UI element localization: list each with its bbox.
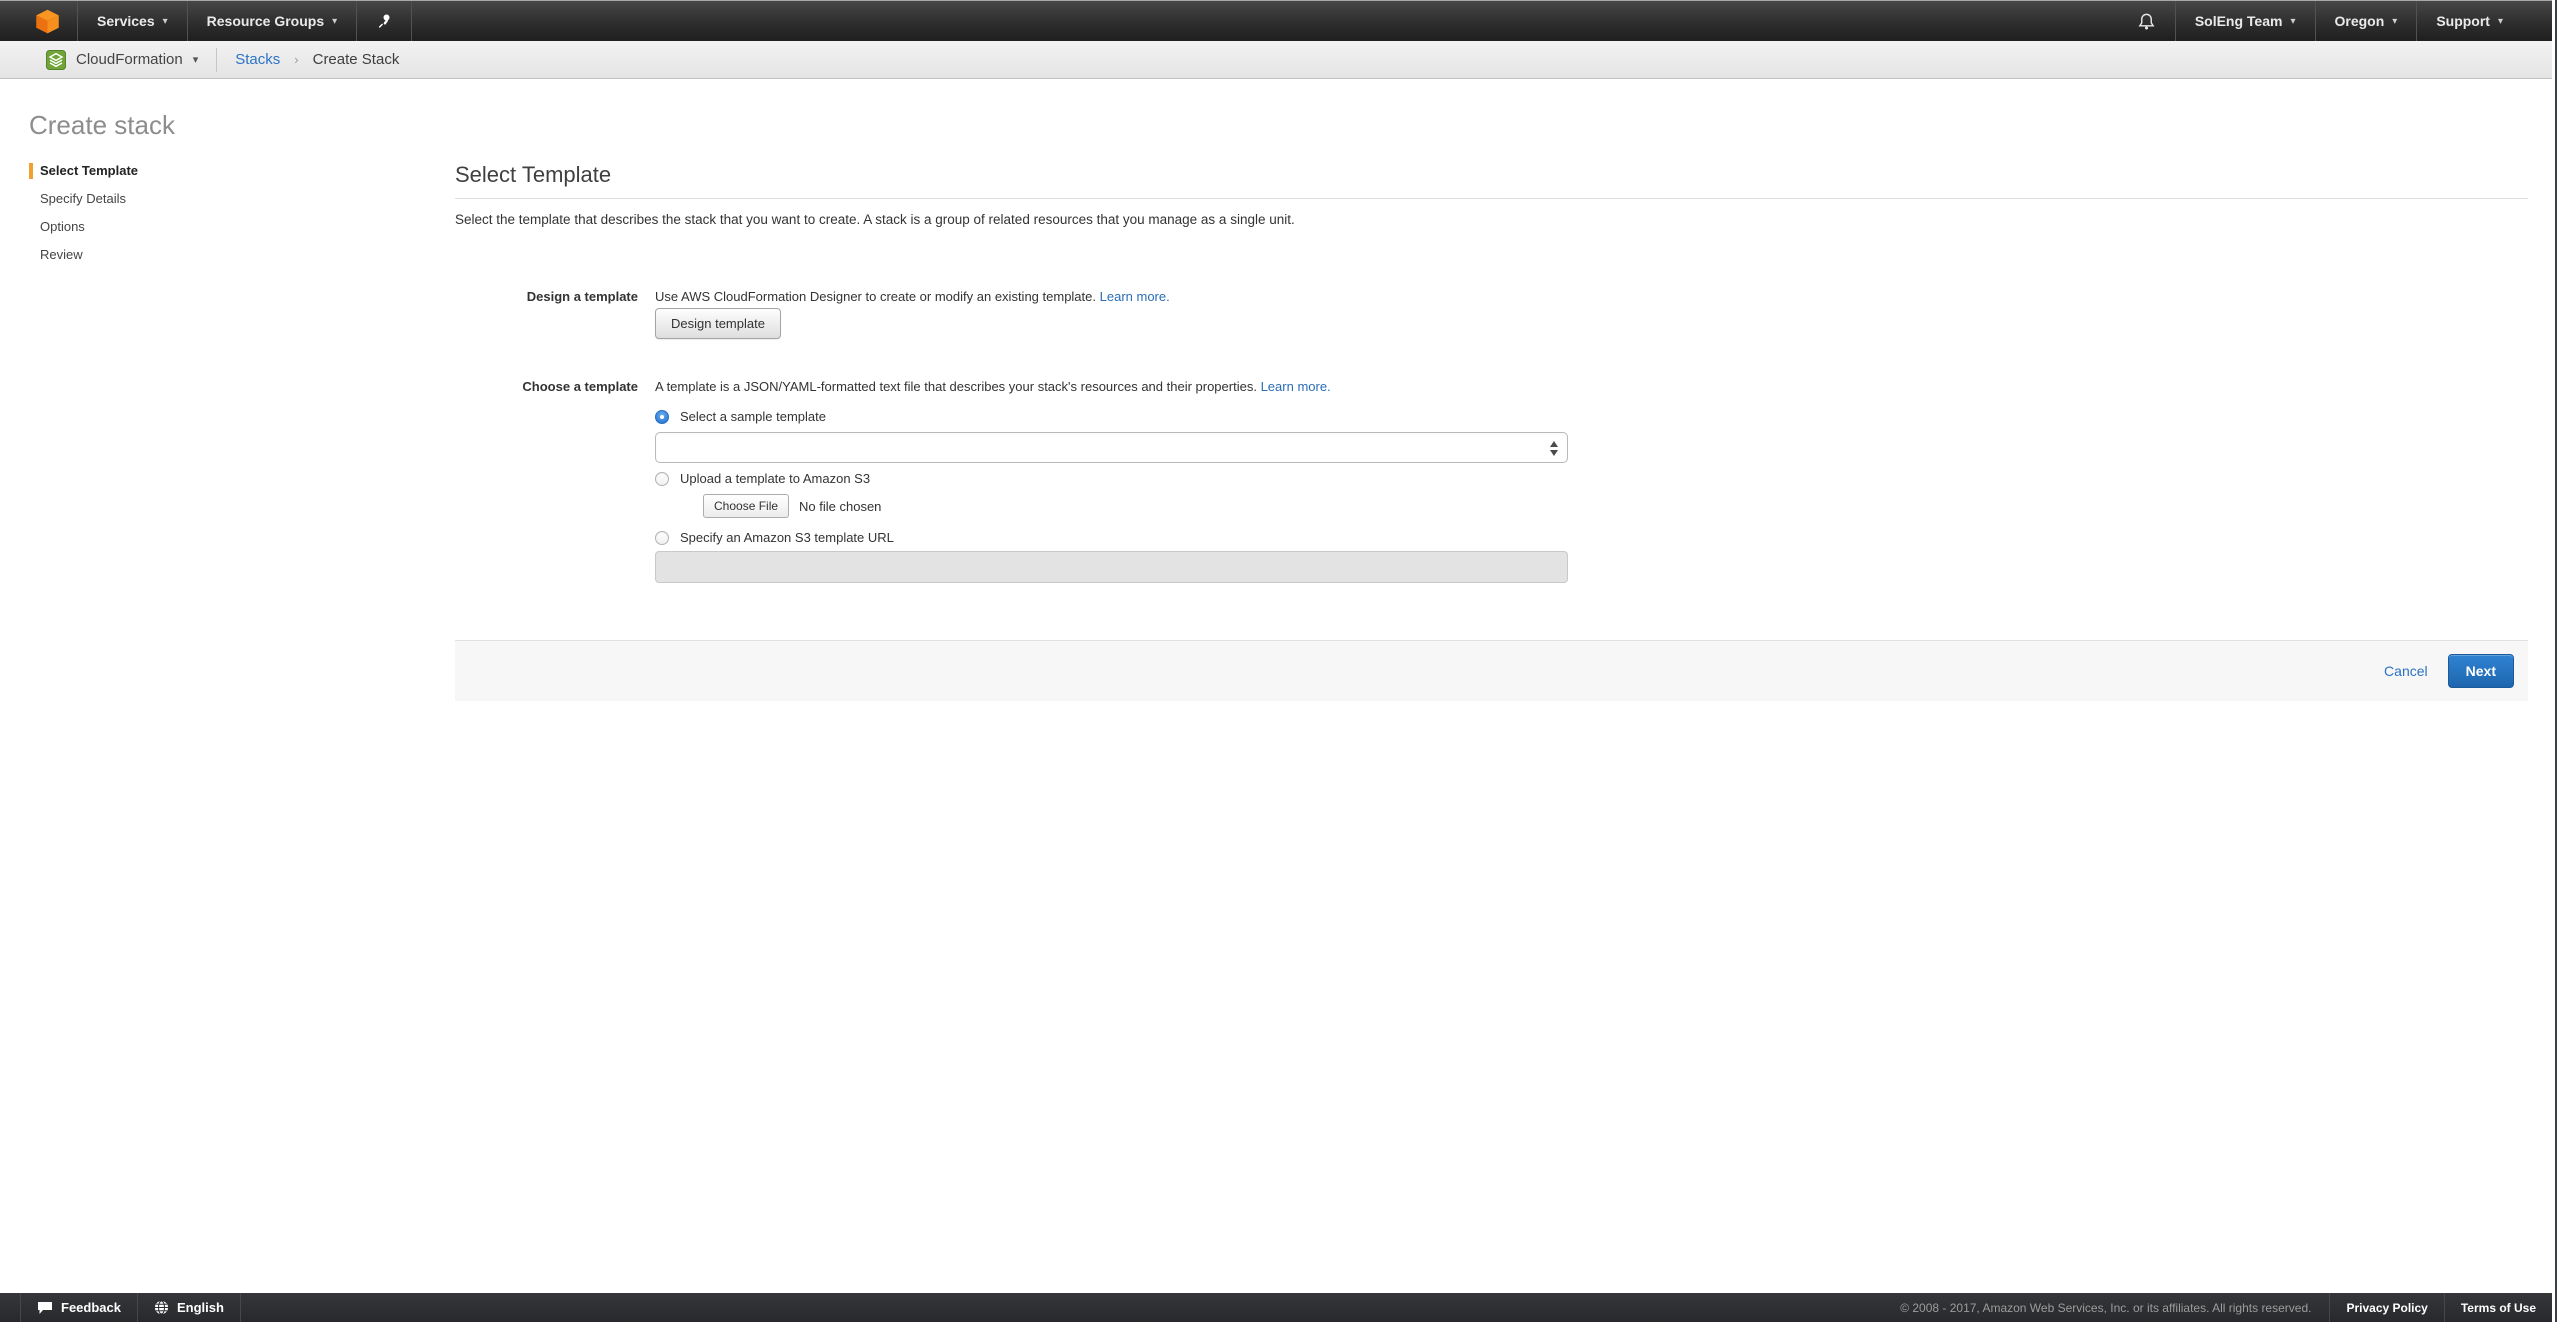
- pin-icon: [376, 13, 392, 29]
- region-label: Oregon: [2335, 13, 2385, 29]
- speech-bubble-icon: [37, 1301, 53, 1315]
- feedback-button[interactable]: Feedback: [21, 1293, 137, 1322]
- select-stepper-icon: [1550, 441, 1558, 456]
- aws-console-window: Services ▾ Resource Groups ▾: [0, 0, 2560, 1322]
- top-nav-right: SolEng Team ▾ Oregon ▾ Support ▾: [2118, 1, 2552, 41]
- top-nav-bar: Services ▾ Resource Groups ▾: [0, 0, 2552, 41]
- terms-of-use-link[interactable]: Terms of Use: [2445, 1293, 2552, 1322]
- aws-cube-icon: [34, 8, 61, 35]
- footer-left-pad: [0, 1293, 20, 1322]
- chevron-down-icon: ▾: [193, 53, 199, 66]
- copyright-text: © 2008 - 2017, Amazon Web Services, Inc.…: [1882, 1301, 2329, 1315]
- file-upload-row: Choose File No file chosen: [703, 494, 881, 518]
- service-name: CloudFormation: [76, 51, 183, 68]
- aws-logo[interactable]: [0, 1, 77, 41]
- design-template-description: Use AWS CloudFormation Designer to creat…: [655, 288, 1170, 305]
- radio-upload-template[interactable]: Upload a template to Amazon S3: [655, 471, 870, 486]
- support-menu[interactable]: Support ▾: [2417, 1, 2522, 41]
- region-menu[interactable]: Oregon ▾: [2316, 1, 2417, 41]
- footer-bar: Feedback English © 2008 - 2017, Amazon W…: [0, 1293, 2552, 1322]
- radio-upload-template-label: Upload a template to Amazon S3: [680, 471, 870, 486]
- account-label: SolEng Team: [2195, 13, 2283, 29]
- chevron-down-icon: ▾: [2290, 16, 2295, 27]
- services-label: Services: [97, 13, 155, 29]
- cloudformation-icon: [46, 50, 66, 70]
- design-template-label: Design a template: [455, 288, 638, 305]
- privacy-policy-link[interactable]: Privacy Policy: [2330, 1293, 2443, 1322]
- account-menu[interactable]: SolEng Team ▾: [2176, 1, 2315, 41]
- choose-template-text: A template is a JSON/YAML-formatted text…: [655, 379, 1257, 394]
- notifications-button[interactable]: [2118, 1, 2175, 41]
- heading-divider: [455, 198, 2528, 199]
- radio-template-url[interactable]: Specify an Amazon S3 template URL: [655, 530, 894, 545]
- nav-divider: [411, 1, 412, 41]
- step-options[interactable]: Options: [29, 219, 138, 235]
- choose-template-label: Choose a template: [455, 378, 638, 395]
- breadcrumb: Stacks › Create Stack: [217, 51, 399, 68]
- resource-groups-menu[interactable]: Resource Groups ▾: [188, 1, 357, 41]
- support-label: Support: [2436, 13, 2490, 29]
- radio-sample-template-label: Select a sample template: [680, 409, 826, 424]
- radio-sample-template[interactable]: Select a sample template: [655, 409, 826, 424]
- breadcrumb-current: Create Stack: [313, 51, 400, 68]
- footer-divider: [240, 1293, 241, 1322]
- next-button[interactable]: Next: [2448, 654, 2514, 688]
- chevron-down-icon: ▾: [2392, 16, 2397, 27]
- step-review[interactable]: Review: [29, 247, 138, 263]
- service-breadcrumb-bar: CloudFormation ▾ Stacks › Create Stack: [0, 41, 2552, 79]
- choose-template-description: A template is a JSON/YAML-formatted text…: [655, 378, 1331, 395]
- service-switcher[interactable]: CloudFormation ▾: [0, 41, 216, 78]
- chevron-down-icon: ▾: [332, 16, 337, 27]
- bell-icon: [2137, 12, 2156, 31]
- chevron-down-icon: ▾: [163, 16, 168, 27]
- sample-template-select[interactable]: [655, 432, 1568, 463]
- radio-selected-icon[interactable]: [655, 410, 669, 424]
- wizard-action-bar: Cancel Next: [455, 640, 2528, 701]
- section-heading: Select Template: [455, 162, 611, 188]
- feedback-label: Feedback: [61, 1300, 121, 1315]
- page-title: Create stack: [29, 110, 175, 141]
- file-status-text: No file chosen: [799, 499, 881, 514]
- step-select-template[interactable]: Select Template: [29, 163, 138, 179]
- radio-template-url-label: Specify an Amazon S3 template URL: [680, 530, 894, 545]
- design-template-text: Use AWS CloudFormation Designer to creat…: [655, 289, 1096, 304]
- step-specify-details[interactable]: Specify Details: [29, 191, 138, 207]
- choose-learn-more-link[interactable]: Learn more.: [1261, 379, 1331, 394]
- language-label: English: [177, 1300, 224, 1315]
- design-learn-more-link[interactable]: Learn more.: [1100, 289, 1170, 304]
- template-url-input[interactable]: [655, 551, 1568, 583]
- radio-unselected-icon[interactable]: [655, 531, 669, 545]
- cancel-button[interactable]: Cancel: [2384, 663, 2428, 679]
- window-edge-line: [2555, 0, 2557, 1322]
- language-button[interactable]: English: [138, 1293, 240, 1322]
- section-description: Select the template that describes the s…: [455, 212, 1295, 227]
- breadcrumb-stacks-link[interactable]: Stacks: [235, 51, 280, 68]
- design-template-button[interactable]: Design template: [655, 308, 781, 339]
- pinned-shortcuts[interactable]: [357, 1, 411, 41]
- globe-icon: [154, 1300, 169, 1315]
- chevron-down-icon: ▾: [2498, 16, 2503, 27]
- services-menu[interactable]: Services ▾: [78, 1, 187, 41]
- breadcrumb-separator: ›: [294, 52, 298, 67]
- footer-right: © 2008 - 2017, Amazon Web Services, Inc.…: [1882, 1293, 2552, 1322]
- radio-unselected-icon[interactable]: [655, 472, 669, 486]
- resource-groups-label: Resource Groups: [207, 13, 324, 29]
- wizard-steps: Select Template Specify Details Options …: [29, 163, 138, 275]
- choose-file-button[interactable]: Choose File: [703, 494, 789, 518]
